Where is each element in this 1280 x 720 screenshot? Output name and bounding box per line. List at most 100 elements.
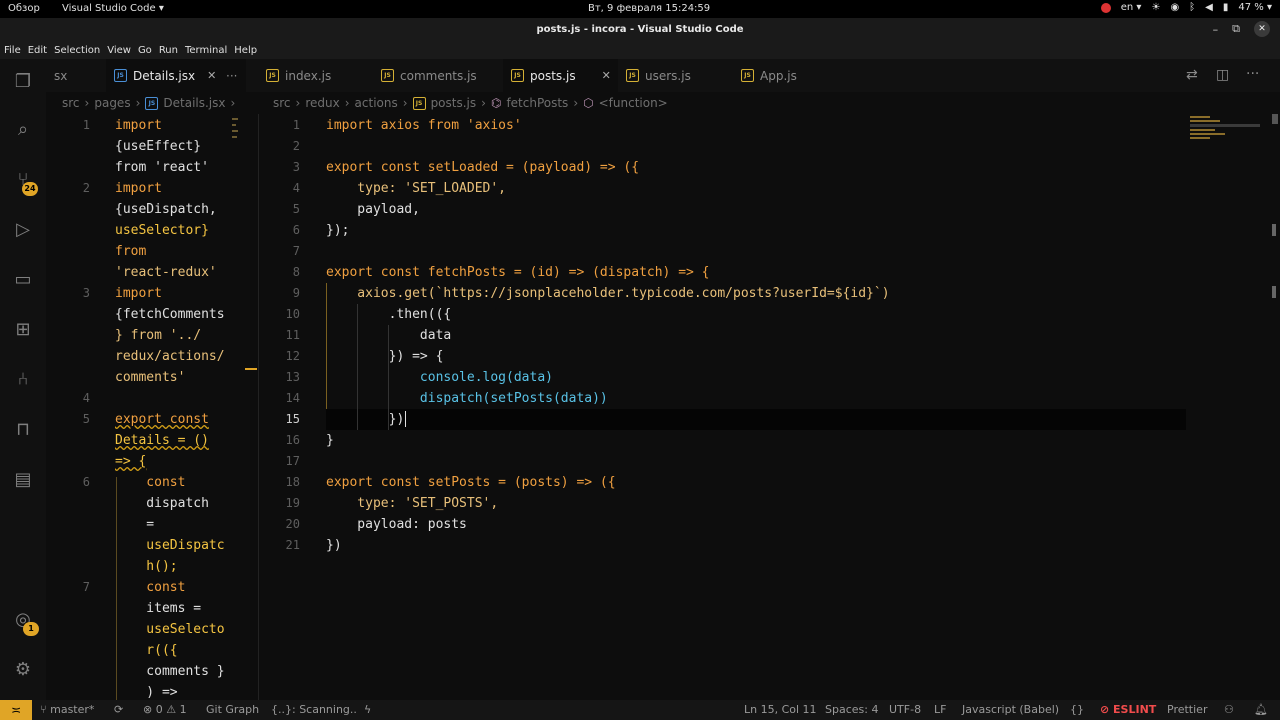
vertical-scrollbar-thumb[interactable] [1272, 114, 1278, 124]
code-line[interactable]: => { [115, 451, 146, 472]
more-actions-button[interactable]: ··· [218, 59, 248, 92]
left-minimap[interactable] [232, 114, 240, 254]
more-editor-actions-icon[interactable]: ··· [1246, 66, 1259, 82]
menu-help[interactable]: Help [234, 45, 257, 56]
remote-indicator-icon[interactable]: ≍ [0, 700, 32, 720]
close-tab-icon[interactable]: ✕ [602, 69, 611, 82]
open-changes-icon[interactable]: ⇄ [1186, 67, 1198, 83]
language-indicator[interactable]: en ▾ [1121, 2, 1142, 13]
code-line[interactable]: }) [326, 535, 342, 556]
code-line[interactable]: } [326, 430, 334, 451]
code-line[interactable]: r(({ [115, 640, 177, 661]
tab-comments-js[interactable]: JS comments.js [373, 59, 503, 92]
code-line[interactable]: }); [326, 220, 349, 241]
right-minimap[interactable] [1190, 114, 1270, 154]
menu-terminal[interactable]: Terminal [185, 45, 227, 56]
code-line[interactable]: useSelector} [115, 220, 209, 241]
git-graph-icon[interactable]: ⑃ [12, 369, 34, 391]
breadcrumb-item[interactable]: actions [355, 96, 398, 110]
code-line[interactable]: dispatch [115, 493, 209, 514]
git-graph-button[interactable]: Git Graph [206, 703, 259, 716]
minimize-button[interactable]: – [1213, 23, 1219, 36]
code-line[interactable]: from [115, 241, 146, 262]
code-line[interactable]: {useEffect} [115, 136, 201, 157]
extensions-icon[interactable]: ⊞ [12, 319, 34, 341]
encoding-indicator[interactable]: UTF-8 [889, 703, 921, 716]
code-line[interactable]: from 'react' [115, 157, 209, 178]
code-line[interactable]: type: 'SET_POSTS', [326, 493, 498, 514]
code-line[interactable]: import axios from 'axios' [326, 115, 522, 136]
chrome-icon[interactable] [1100, 2, 1111, 13]
code-line[interactable]: comments } [115, 661, 224, 682]
feedback-icon[interactable]: ⚇ [1224, 703, 1234, 716]
eslint-indicator[interactable]: ⊘ ESLINT [1100, 703, 1156, 716]
code-line[interactable]: {useDispatch, [115, 199, 217, 220]
breadcrumb-item[interactable]: pages [94, 96, 130, 110]
close-window-button[interactable]: ✕ [1254, 21, 1270, 37]
indentation-indicator[interactable]: Spaces: 4 [825, 703, 878, 716]
code-line[interactable]: type: 'SET_LOADED', [326, 178, 506, 199]
menu-run[interactable]: Run [159, 45, 178, 56]
restore-button[interactable]: ⧉ [1232, 22, 1240, 36]
clock[interactable]: Вт, 9 февраля 15:24:59 [588, 3, 710, 14]
code-line[interactable]: export const setLoaded = (payload) => ({ [326, 157, 639, 178]
bookmarks-icon[interactable]: ⊓ [12, 419, 34, 441]
activities-button[interactable]: Обзор [8, 3, 40, 14]
code-line[interactable]: comments' [115, 367, 185, 388]
code-line[interactable]: import [115, 115, 162, 136]
code-line[interactable]: export const [115, 409, 209, 430]
remote-explorer-icon[interactable]: ▭ [12, 269, 34, 291]
code-line[interactable]: = [115, 514, 154, 535]
prettier-indicator[interactable]: Prettier [1167, 703, 1207, 716]
breadcrumb-item[interactable]: redux [305, 96, 339, 110]
breadcrumb-item[interactable]: posts.js [431, 96, 477, 110]
tab-index-js[interactable]: JS index.js [258, 59, 373, 92]
menu-view[interactable]: View [107, 45, 131, 56]
tab-users-js[interactable]: JS users.js [618, 59, 733, 92]
code-line[interactable]: useDispatc [115, 535, 224, 556]
tab-app-js[interactable]: JS App.js [733, 59, 848, 92]
code-line[interactable]: } from '../ [115, 325, 201, 346]
breadcrumb-item[interactable]: src [273, 96, 291, 110]
lightning-icon[interactable]: ϟ [364, 703, 371, 716]
battery-level[interactable]: 47 % ▾ [1238, 2, 1272, 13]
sync-icon[interactable]: ⟳ [114, 703, 123, 716]
problems-indicator[interactable]: ⊗ 0 ⚠ 1 [143, 703, 187, 716]
code-line[interactable]: const [115, 472, 185, 493]
right-editor-pane[interactable]: 1 import axios from 'axios' 2 3 export const… [258, 114, 1188, 700]
split-editor-icon[interactable]: ◫ [1216, 67, 1229, 83]
code-line[interactable]: import [115, 178, 162, 199]
code-line[interactable]: import [115, 283, 162, 304]
tab-fragment[interactable]: sx [46, 59, 106, 92]
docker-icon[interactable]: ▤ [12, 469, 34, 491]
code-line[interactable]: items = [115, 598, 201, 619]
run-debug-icon[interactable]: ▷ [12, 219, 34, 241]
settings-gear-icon[interactable]: ⚙ [12, 659, 34, 681]
menu-edit[interactable]: Edit [28, 45, 47, 56]
scanning-indicator[interactable]: {..}: Scanning.. [271, 703, 357, 716]
app-menu[interactable]: Visual Studio Code ▾ [62, 3, 164, 14]
code-line[interactable]: payload, [326, 199, 420, 220]
code-line[interactable]: Details = () [115, 430, 209, 451]
code-line[interactable]: export const fetchPosts = (id) => (dispa… [326, 262, 710, 283]
code-line[interactable]: }) [326, 409, 405, 430]
tab-posts-js[interactable]: JS posts.js ✕ [503, 59, 618, 92]
breadcrumb-item[interactable]: <function> [599, 96, 668, 110]
menu-file[interactable]: File [4, 45, 21, 56]
menu-go[interactable]: Go [138, 45, 152, 56]
code-line[interactable]: }) => { [326, 346, 444, 367]
code-line[interactable]: h(); [115, 556, 177, 577]
format-icon[interactable]: {} [1070, 703, 1084, 716]
explorer-icon[interactable]: ❐ [12, 71, 34, 93]
search-icon[interactable]: ⌕ [12, 119, 34, 141]
code-line[interactable]: useSelecto [115, 619, 224, 640]
left-editor-pane[interactable]: 1 import {useEffect} from 'react' 2 import {us… [46, 114, 258, 700]
menu-selection[interactable]: Selection [54, 45, 100, 56]
code-line[interactable]: redux/actions/ [115, 346, 225, 367]
language-mode[interactable]: Javascript (Babel) [962, 703, 1059, 716]
breadcrumb-item[interactable]: Details.jsx [163, 96, 225, 110]
branch-indicator[interactable]: ⑂ master* [40, 703, 94, 716]
code-line[interactable]: payload: posts [326, 514, 467, 535]
eol-indicator[interactable]: LF [934, 703, 946, 716]
code-line[interactable]: axios.get(`https://jsonplaceholder.typic… [326, 283, 889, 304]
